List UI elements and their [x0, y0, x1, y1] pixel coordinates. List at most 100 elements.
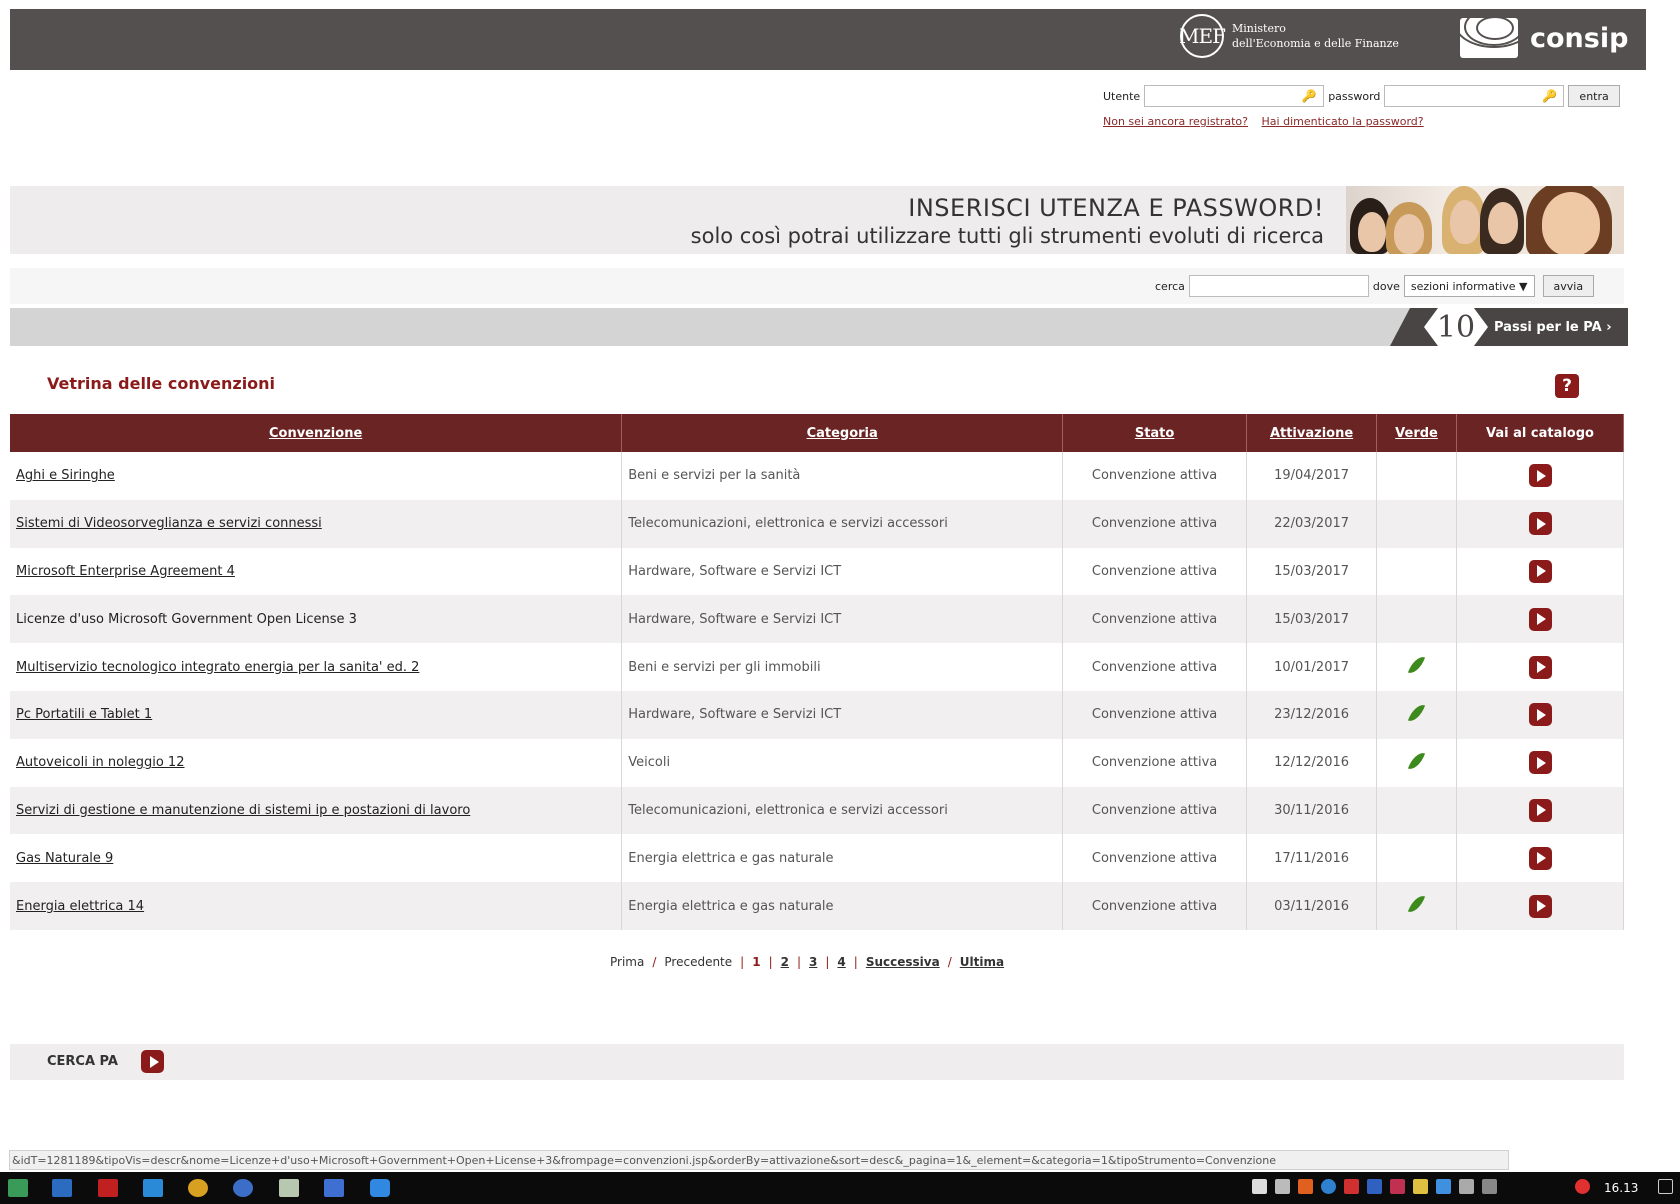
convention-name-link[interactable]: Pc Portatili e Tablet 1: [16, 707, 152, 722]
convention-name-link[interactable]: Gas Naturale 9: [16, 851, 113, 866]
forgot-password-link[interactable]: Hai dimenticato la password?: [1262, 115, 1424, 128]
start-icon[interactable]: [8, 1179, 28, 1197]
go-to-catalog-icon[interactable]: [1528, 512, 1552, 536]
tray-icon[interactable]: [1390, 1179, 1405, 1194]
login-button[interactable]: entra: [1568, 85, 1620, 107]
go-to-catalog-icon[interactable]: [1528, 559, 1552, 583]
green-leaf-icon: [1407, 749, 1426, 772]
password-input[interactable]: [1384, 85, 1565, 107]
go-to-catalog-icon[interactable]: [1528, 846, 1552, 870]
mef-logo[interactable]: MEF Ministero dell'Economia e delle Fina…: [1179, 14, 1399, 58]
col-convenzione[interactable]: Convenzione: [10, 414, 623, 452]
col-categoria[interactable]: Categoria: [621, 414, 1064, 452]
cerca-pa-label[interactable]: CERCA PA: [47, 1054, 118, 1069]
go-to-catalog-icon[interactable]: [1528, 751, 1552, 775]
mef-line1: Ministero: [1232, 22, 1286, 35]
login-banner[interactable]: INSERISCI UTENZA E PASSWORD! solo così p…: [10, 186, 1346, 254]
go-to-catalog-icon[interactable]: [1528, 464, 1552, 488]
table-row: Gas Naturale 9 Energia elettrica e gas na…: [10, 834, 1624, 883]
calculator-icon[interactable]: [279, 1179, 299, 1197]
tray-icon[interactable]: [1436, 1179, 1451, 1194]
green-leaf-icon: [1407, 892, 1426, 916]
passi-text: Passi per le PA ›: [1494, 319, 1612, 335]
convention-name-link[interactable]: Aghi e Siringhe: [16, 468, 115, 483]
green-cell: [1376, 738, 1457, 787]
pager-last[interactable]: Ultima: [960, 955, 1004, 969]
outlook-icon[interactable]: [52, 1179, 72, 1197]
col-attivazione[interactable]: Attivazione: [1246, 414, 1378, 452]
taskbar-clock: 16.13: [1604, 1181, 1639, 1195]
activation-date-cell: 17/11/2016: [1246, 834, 1378, 883]
pager-page-4[interactable]: 4: [837, 955, 845, 969]
windows-taskbar: 16.13: [0, 1172, 1680, 1204]
chrome-icon[interactable]: [188, 1179, 208, 1197]
browser-icon[interactable]: [233, 1179, 253, 1197]
go-to-catalog-icon[interactable]: [1528, 607, 1552, 631]
app2-icon[interactable]: [370, 1179, 390, 1197]
convention-name-link[interactable]: Multiservizio tecnologico integrato ener…: [16, 660, 419, 675]
go-to-catalog-icon[interactable]: [1528, 703, 1552, 727]
notification-icon[interactable]: [1575, 1179, 1590, 1194]
table-row: Aghi e Siringhe Beni e servizi per la san…: [10, 452, 1624, 500]
passi-per-le-pa-link[interactable]: 10 Passi per le PA ›: [1390, 308, 1628, 346]
key-icon[interactable]: 🔑: [1298, 89, 1320, 103]
col-verde[interactable]: Verde: [1376, 414, 1457, 452]
table-row: Energia elettrica 14 Energia elettrica e …: [10, 882, 1624, 930]
table-row: Licenze d'uso Microsoft Government Open …: [10, 595, 1624, 644]
convention-name-link[interactable]: Servizi di gestione e manutenzione di si…: [16, 803, 470, 818]
user-input[interactable]: [1144, 85, 1325, 107]
pager-page-2[interactable]: 2: [781, 955, 789, 969]
network-icon[interactable]: [324, 1179, 344, 1197]
tray-icon[interactable]: [1367, 1179, 1382, 1194]
table-row: Sistemi di Videosorveglianza e servizi c…: [10, 499, 1624, 548]
activation-date-cell: 23/12/2016: [1246, 690, 1378, 739]
catalog-cell: [1456, 882, 1624, 930]
tray-icon[interactable]: [1298, 1179, 1313, 1194]
key-icon[interactable]: 🔑: [1538, 89, 1560, 103]
status-cell: Convenzione attiva: [1062, 690, 1248, 739]
category-cell: Hardware, Software e Servizi ICT: [621, 547, 1064, 596]
search-input[interactable]: [1188, 275, 1369, 297]
tray-icon[interactable]: [1321, 1179, 1336, 1194]
convention-name-link[interactable]: Microsoft Enterprise Agreement 4: [16, 564, 235, 579]
table-row: Servizi di gestione e manutenzione di si…: [10, 786, 1624, 835]
table-row: Pc Portatili e Tablet 1 Hardware, Softwar…: [10, 690, 1624, 739]
col-stato[interactable]: Stato: [1062, 414, 1248, 452]
help-icon[interactable]: ?: [1555, 374, 1579, 398]
go-to-catalog-icon[interactable]: [1528, 798, 1552, 822]
register-link[interactable]: Non sei ancora registrato?: [1103, 115, 1248, 128]
status-cell: Convenzione attiva: [1062, 452, 1248, 500]
category-cell: Hardware, Software e Servizi ICT: [621, 595, 1064, 644]
where-select[interactable]: sezioni informative ▼: [1403, 275, 1535, 297]
tray-icon[interactable]: [1413, 1179, 1428, 1194]
tray-icon[interactable]: [1252, 1179, 1267, 1194]
tray-icon[interactable]: [1344, 1179, 1359, 1194]
status-cell: Convenzione attiva: [1062, 499, 1248, 548]
convention-name-link[interactable]: Energia elettrica 14: [16, 899, 144, 914]
activation-date-cell: 15/03/2017: [1246, 547, 1378, 596]
search-button[interactable]: avvia: [1542, 275, 1595, 297]
status-cell: Convenzione attiva: [1062, 882, 1248, 930]
convention-name-link[interactable]: Autoveicoli in noleggio 12: [16, 755, 184, 770]
activation-date-cell: 12/12/2016: [1246, 738, 1378, 787]
green-cell: [1376, 690, 1457, 739]
cerca-pa-arrow-icon[interactable]: [141, 1050, 164, 1073]
site-search: cerca dove sezioni informative ▼ avvia: [1155, 275, 1595, 297]
action-center-icon[interactable]: [1658, 1179, 1673, 1194]
go-to-catalog-icon[interactable]: [1528, 894, 1552, 918]
tray-icon[interactable]: [1275, 1179, 1290, 1194]
category-cell: Hardware, Software e Servizi ICT: [621, 690, 1064, 739]
conventions-table: Convenzione Categoria Stato Attivazione …: [10, 414, 1624, 930]
tray-icon[interactable]: [1459, 1179, 1474, 1194]
consip-logo[interactable]: consip: [1460, 18, 1628, 58]
pager-page-3[interactable]: 3: [809, 955, 817, 969]
col-catalogo: Vai al catalogo: [1456, 414, 1624, 452]
volume-icon[interactable]: [1482, 1179, 1497, 1194]
app-icon[interactable]: [143, 1179, 163, 1197]
pager-next[interactable]: Successiva: [866, 955, 940, 969]
convention-name-link[interactable]: Sistemi di Videosorveglianza e servizi c…: [16, 516, 322, 531]
go-to-catalog-icon[interactable]: [1528, 655, 1552, 679]
status-bar-url: &idT=1281189&tipoVis=descr&nome=Licenze+…: [9, 1150, 1509, 1170]
acrobat-icon[interactable]: [98, 1179, 118, 1197]
password-label: password: [1328, 89, 1381, 103]
